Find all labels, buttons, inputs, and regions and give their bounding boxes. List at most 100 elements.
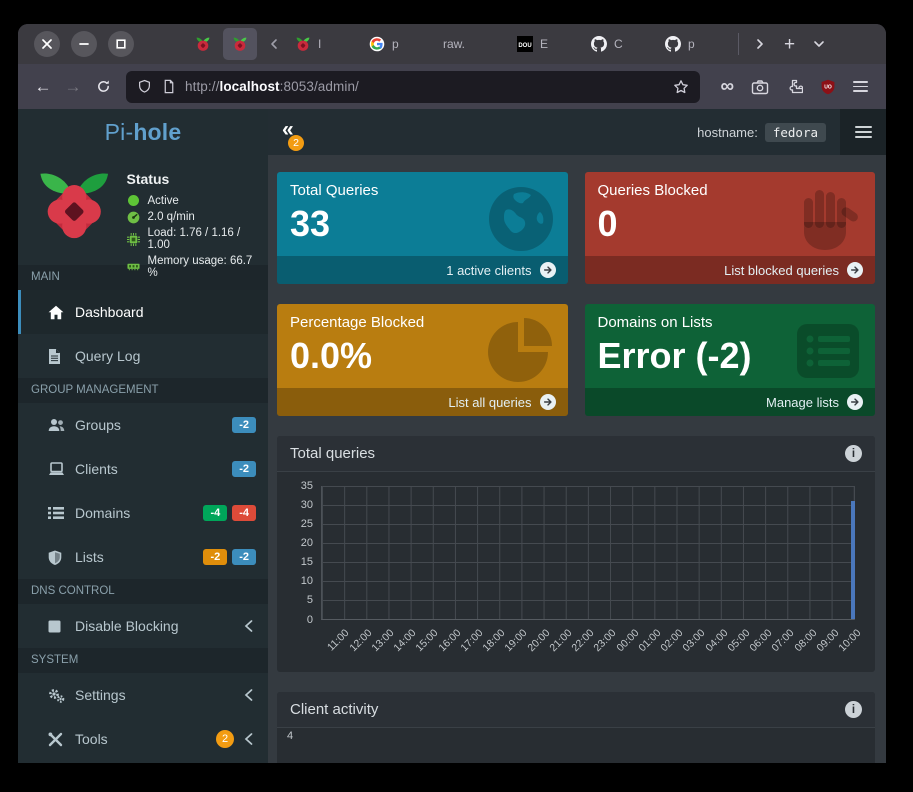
- status-title: Status: [127, 171, 261, 187]
- arrow-circle-icon: [847, 262, 863, 278]
- status-box: Status Active 2.0 q/min Load: 1.76 / 1.1…: [18, 155, 268, 265]
- tab-label: p: [392, 37, 399, 51]
- chevron-left-icon: [268, 38, 280, 50]
- groups-badge: -2: [232, 417, 256, 433]
- github-icon: [665, 36, 681, 52]
- domains-deny-badge: -4: [232, 505, 256, 521]
- pihole-logo[interactable]: Pi-hole: [18, 109, 268, 155]
- hostname-value: fedora: [765, 123, 826, 142]
- pihole-page: Pi-hole « 2 hostname: fedora: [18, 109, 886, 763]
- tab-github-1[interactable]: C: [584, 28, 656, 60]
- sidebar-item-disable-blocking[interactable]: Disable Blocking: [18, 604, 268, 648]
- sidebar-item-tools[interactable]: Tools 2: [18, 717, 268, 761]
- sidebar-item-query-log[interactable]: Query Log: [18, 334, 268, 378]
- maximize-button[interactable]: [108, 31, 134, 57]
- reload-button[interactable]: [88, 72, 118, 102]
- tab-label: E: [540, 37, 548, 51]
- panel-title: Client activity: [290, 701, 378, 718]
- desktop-screen: I p raw. DOU E C p: [0, 0, 913, 792]
- list-all-tabs-button[interactable]: [813, 38, 825, 50]
- pihole-icon: [195, 36, 211, 52]
- tab-pihole[interactable]: I: [288, 28, 360, 60]
- chevron-down-icon: [813, 38, 825, 50]
- scroll-tabs-left-button[interactable]: [268, 38, 280, 50]
- camera-extension-icon[interactable]: [751, 79, 769, 95]
- reload-icon: [96, 79, 111, 94]
- card-footer-link[interactable]: List all queries: [277, 388, 568, 416]
- logo-light: Pi-: [105, 119, 134, 146]
- list-icon: [48, 506, 64, 520]
- google-icon: [369, 36, 385, 52]
- card-footer-link[interactable]: 1 active clients: [277, 256, 568, 284]
- total-queries-chart: 0510152025303511:0012:0013:0014:0015:001…: [287, 480, 865, 668]
- hostname-display: hostname: fedora: [697, 123, 826, 142]
- tab-label: C: [614, 37, 623, 51]
- browser-titlebar: I p raw. DOU E C p: [18, 24, 886, 64]
- sidebar-item-settings[interactable]: Settings: [18, 673, 268, 717]
- header-menu-button[interactable]: [840, 109, 886, 155]
- tab-label: raw.: [443, 37, 465, 51]
- minimize-icon: [79, 39, 89, 49]
- back-button[interactable]: ←: [28, 72, 58, 102]
- card-title: Total Queries: [290, 182, 555, 199]
- shield-permissions-icon: [137, 79, 152, 94]
- panel-title: Total queries: [290, 445, 375, 462]
- new-tab-button[interactable]: +: [784, 35, 795, 54]
- puzzle-extensions-icon[interactable]: [786, 78, 803, 95]
- sidebar-item-dashboard[interactable]: Dashboard: [18, 290, 268, 334]
- page-info-icon[interactable]: [162, 79, 176, 94]
- infinity-extension-icon[interactable]: ∞: [720, 77, 734, 96]
- github-icon: [591, 36, 607, 52]
- hostname-label: hostname:: [697, 125, 758, 140]
- total-queries-plot: [321, 486, 855, 620]
- bookmark-star-icon[interactable]: [673, 79, 689, 95]
- pinned-tab-pihole-1[interactable]: [186, 28, 220, 60]
- card-value: 33: [290, 204, 555, 244]
- svg-text:UO: UO: [824, 84, 832, 90]
- info-icon[interactable]: i: [845, 701, 862, 718]
- card-value: Error (-2): [598, 336, 863, 376]
- url-text[interactable]: http://localhost:8053/admin/: [185, 79, 673, 94]
- client-activity-panel: Client activity i 4: [277, 692, 875, 763]
- url-bar[interactable]: http://localhost:8053/admin/: [126, 71, 700, 103]
- pihole-raspberry-logo: [34, 167, 115, 253]
- card-footer-link[interactable]: List blocked queries: [585, 256, 876, 284]
- shield-icon: [48, 550, 62, 565]
- forward-button[interactable]: →: [58, 72, 88, 102]
- sidebar: Status Active 2.0 q/min Load: 1.76 / 1.1…: [18, 155, 268, 763]
- dou-icon: DOU: [517, 36, 533, 52]
- tab-dou[interactable]: DOU E: [510, 28, 582, 60]
- sidebar-item-domains[interactable]: Domains -4 -4: [18, 491, 268, 535]
- total-queries-panel: Total queries i 0510152025303511:0012:00…: [277, 436, 875, 672]
- chevron-right-icon: [754, 38, 766, 50]
- browser-menu-icon[interactable]: [853, 81, 868, 92]
- close-button[interactable]: [34, 31, 60, 57]
- tab-google[interactable]: p: [362, 28, 434, 60]
- arrow-circle-icon: [540, 394, 556, 410]
- lists-allow-badge: -2: [203, 549, 227, 565]
- pinned-tab-pihole-2-active[interactable]: [223, 28, 257, 60]
- card-queries-blocked: Queries Blocked 0 List blocked queries: [585, 172, 876, 284]
- tab-raw[interactable]: raw.: [436, 28, 508, 60]
- scroll-tabs-right-button[interactable]: [754, 38, 766, 50]
- sidebar-item-groups[interactable]: Groups -2: [18, 403, 268, 447]
- home-icon: [48, 305, 64, 320]
- domains-allow-badge: -4: [203, 505, 227, 521]
- header-main: « 2 hostname: fedora: [268, 109, 840, 155]
- info-icon[interactable]: i: [845, 445, 862, 462]
- menu-section-group-management: GROUP MANAGEMENT: [18, 378, 268, 403]
- status-row-load: Load: 1.76 / 1.16 / 1.00: [127, 227, 261, 251]
- app-header: Pi-hole « 2 hostname: fedora: [18, 109, 886, 155]
- sidebar-menu: MAIN Dashboard Query Log GROUP MANAGEMEN…: [18, 265, 268, 761]
- logo-bold: hole: [133, 119, 181, 146]
- sidebar-item-lists[interactable]: Lists -2 -2: [18, 535, 268, 579]
- clients-badge: -2: [232, 461, 256, 477]
- tab-github-2[interactable]: p: [658, 28, 730, 60]
- maximize-icon: [116, 39, 126, 49]
- card-footer-link[interactable]: Manage lists: [585, 388, 876, 416]
- sidebar-item-clients[interactable]: Clients -2: [18, 447, 268, 491]
- minimize-button[interactable]: [71, 31, 97, 57]
- ublock-origin-icon[interactable]: UO: [820, 79, 836, 95]
- tools-badge: 2: [216, 730, 234, 748]
- url-host: localhost: [219, 79, 279, 94]
